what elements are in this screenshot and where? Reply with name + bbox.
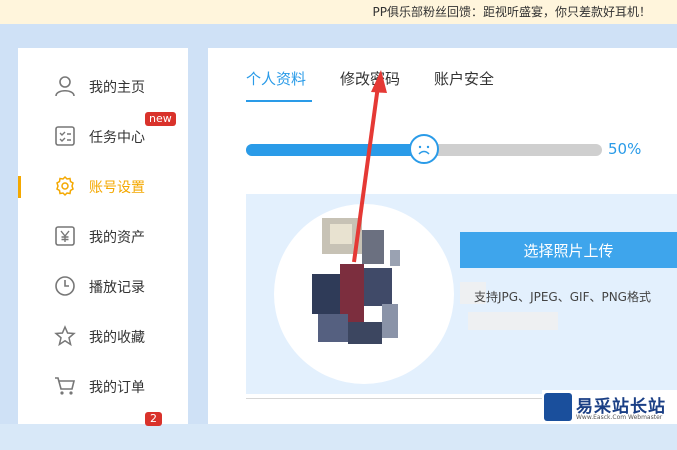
sidebar-item-label: 我的资产: [89, 230, 145, 246]
watermark-logo: [544, 393, 572, 421]
sidebar-item-assets[interactable]: 我的资产: [18, 218, 188, 256]
progress-fill: [246, 144, 424, 156]
sidebar-item-history[interactable]: 播放记录: [18, 268, 188, 306]
top-promo-banner[interactable]: PP俱乐部粉丝回馈：距视听盛宴，你只差款好耳机！: [0, 0, 677, 24]
sidebar-item-partial[interactable]: 2: [18, 412, 188, 450]
sidebar: 我的主页 任务中心 new 账号设置 我的资产 播放记录 我的收藏 我的订单 2: [18, 48, 188, 426]
sidebar-item-label: 任务中心: [89, 130, 145, 146]
sidebar-item-label: 账号设置: [89, 180, 145, 196]
new-badge: new: [145, 112, 176, 126]
clock-icon: [55, 276, 75, 296]
tab-account-security[interactable]: 账户安全: [434, 68, 494, 89]
avatar-preview: [274, 204, 454, 384]
sidebar-item-favorites[interactable]: 我的收藏: [18, 318, 188, 356]
sidebar-item-label: 播放记录: [89, 280, 145, 296]
main-panel: 个人资料 修改密码 账户安全 50% 选择照片上传 支持JPG、JPEG、GIF…: [208, 48, 677, 424]
sidebar-item-home[interactable]: 我的主页: [18, 68, 188, 106]
cart-icon: [55, 377, 76, 395]
site-watermark: 易采站长站 Www.Easck.Com Webmaster: [542, 390, 677, 424]
sidebar-item-label: 我的收藏: [89, 330, 145, 346]
user-icon: [55, 76, 75, 97]
sidebar-item-tasks[interactable]: 任务中心 new: [18, 112, 188, 156]
sidebar-item-label: 我的主页: [89, 80, 145, 96]
supported-formats-text: 支持JPG、JPEG、GIF、PNG格式: [474, 290, 651, 304]
sidebar-item-account-settings[interactable]: 账号设置: [18, 168, 188, 206]
blur-overlay: [468, 312, 558, 330]
tab-change-password[interactable]: 修改密码: [340, 68, 400, 89]
choose-photo-upload-button[interactable]: 选择照片上传: [460, 232, 677, 268]
progress-knob[interactable]: [409, 134, 439, 164]
star-icon: [54, 325, 76, 347]
tab-profile[interactable]: 个人资料: [246, 68, 306, 89]
yuan-wallet-icon: [55, 226, 75, 246]
avatar-image: [312, 218, 400, 344]
active-tab-underline: [246, 100, 312, 102]
progress-track[interactable]: [246, 134, 602, 164]
watermark-subtitle: Www.Easck.Com Webmaster: [576, 414, 663, 421]
sidebar-item-orders[interactable]: 我的订单: [18, 368, 188, 406]
sidebar-item-label: 我的订单: [89, 380, 145, 396]
avatar-upload-area: 选择照片上传 支持JPG、JPEG、GIF、PNG格式: [246, 194, 677, 394]
progress-percent: 50%: [608, 140, 642, 158]
task-list-icon: [55, 126, 75, 146]
active-indicator: [18, 176, 21, 198]
gear-icon: [56, 175, 74, 197]
promo-text[interactable]: PP俱乐部粉丝回馈：距视听盛宴，你只差款好耳机！: [373, 5, 651, 19]
sad-face-icon: [418, 145, 430, 155]
